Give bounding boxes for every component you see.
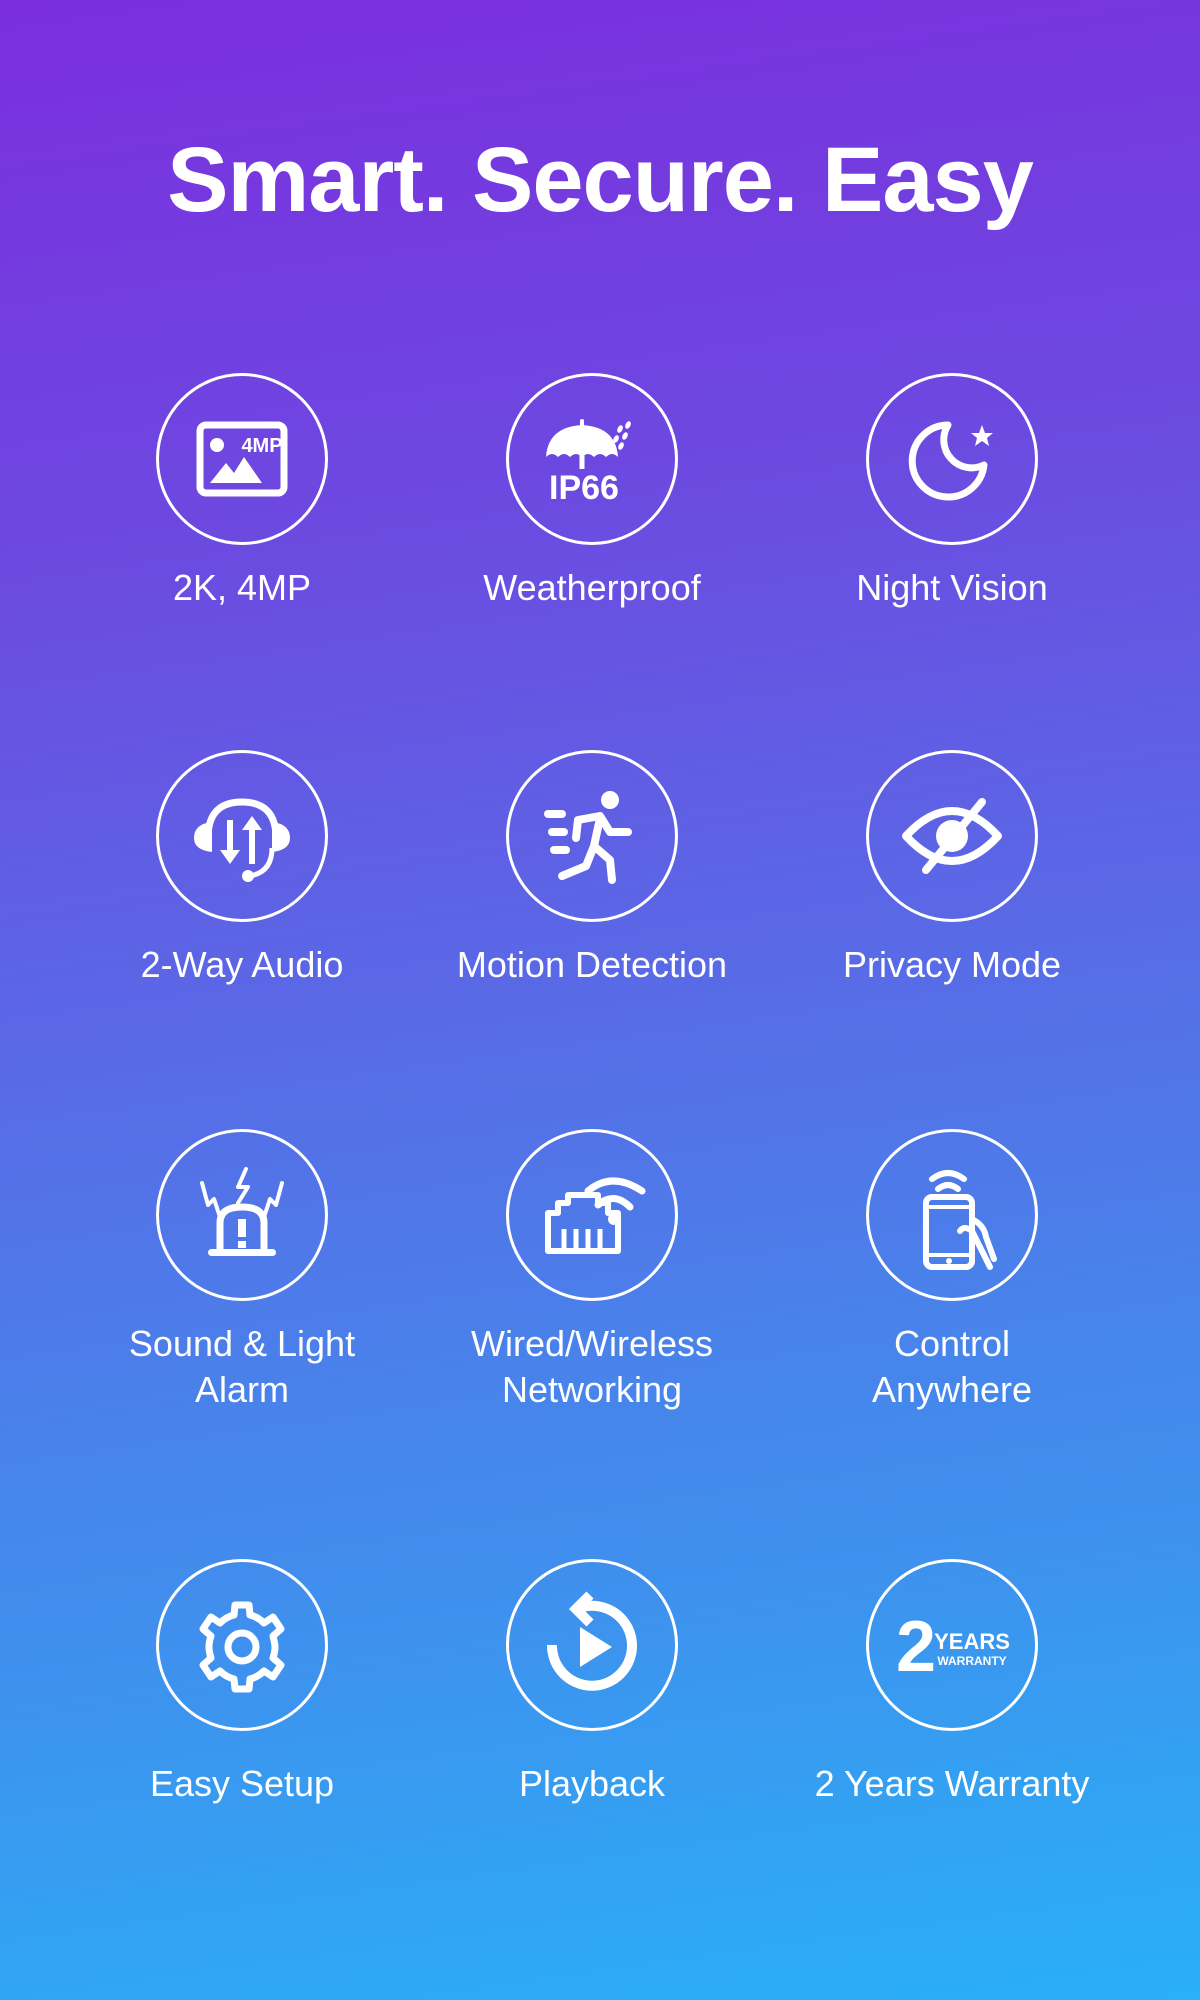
feature-label-line: Anywhere bbox=[871, 1369, 1033, 1410]
feature-label: Night Vision bbox=[856, 567, 1048, 608]
feature-wired-wireless: Wired/Wireless Networking bbox=[422, 1129, 762, 1413]
feature-control-anywhere: Control Anywhere bbox=[782, 1129, 1122, 1413]
feature-label: Playback bbox=[518, 1763, 666, 1804]
headset-arrows-icon bbox=[156, 750, 328, 922]
feature-label: 2K, 4MP bbox=[172, 567, 312, 608]
feature-label: Privacy Mode bbox=[842, 944, 1062, 985]
feature-weatherproof: IP66 Weatherproof bbox=[422, 373, 762, 611]
icon-text-4mp: 4MP bbox=[241, 435, 282, 457]
feature-label: Weatherproof bbox=[483, 567, 701, 608]
warranty-badge-icon: 2 YEARS WARRANTY bbox=[866, 1559, 1038, 1731]
gear-icon bbox=[156, 1559, 328, 1731]
feature-label: Sound & Light Alarm bbox=[72, 1321, 412, 1413]
feature-label-line: Sound & Light bbox=[128, 1323, 356, 1364]
feature-label: 2 Years Warranty bbox=[814, 1763, 1090, 1804]
eye-off-icon bbox=[866, 750, 1038, 922]
feature-sound-light-alarm: Sound & Light Alarm bbox=[72, 1129, 412, 1413]
warranty-label-text: WARRANTY bbox=[937, 1654, 1006, 1668]
feature-2k-4mp: 4MP 2K, 4MP bbox=[72, 373, 412, 611]
feature-2-way-audio: 2-Way Audio bbox=[72, 750, 412, 988]
ethernet-wifi-icon bbox=[506, 1129, 678, 1301]
warranty-years-text: YEARS bbox=[934, 1629, 1010, 1654]
feature-label-line: Wired/Wireless bbox=[470, 1323, 713, 1364]
image-4mp-icon: 4MP bbox=[156, 373, 328, 545]
feature-label-line: Control bbox=[893, 1323, 1011, 1364]
feature-label: 2-Way Audio bbox=[140, 944, 344, 985]
replay-play-icon bbox=[506, 1559, 678, 1731]
phone-hand-icon bbox=[866, 1129, 1038, 1301]
feature-label: Wired/Wireless Networking bbox=[422, 1321, 762, 1413]
siren-alarm-icon bbox=[156, 1129, 328, 1301]
warranty-number: 2 bbox=[896, 1607, 936, 1687]
feature-label: Easy Setup bbox=[149, 1763, 335, 1804]
moon-star-icon bbox=[866, 373, 1038, 545]
feature-easy-setup: Easy Setup bbox=[72, 1559, 412, 1807]
feature-privacy-mode: Privacy Mode bbox=[782, 750, 1122, 988]
feature-playback: Playback bbox=[422, 1559, 762, 1807]
feature-night-vision: Night Vision bbox=[782, 373, 1122, 611]
running-person-icon bbox=[506, 750, 678, 922]
page-title: Smart. Secure. Easy bbox=[167, 129, 1034, 231]
feature-label: Motion Detection bbox=[456, 944, 728, 985]
feature-motion-detection: Motion Detection bbox=[422, 750, 762, 988]
umbrella-ip66-icon: IP66 bbox=[506, 373, 678, 545]
feature-label-line: Alarm bbox=[194, 1369, 289, 1410]
icon-text-ip66: IP66 bbox=[549, 469, 619, 507]
feature-2-years-warranty: 2 YEARS WARRANTY 2 Years Warranty bbox=[782, 1559, 1122, 1807]
feature-label-line: Networking bbox=[501, 1369, 683, 1410]
feature-label: Control Anywhere bbox=[782, 1321, 1122, 1413]
